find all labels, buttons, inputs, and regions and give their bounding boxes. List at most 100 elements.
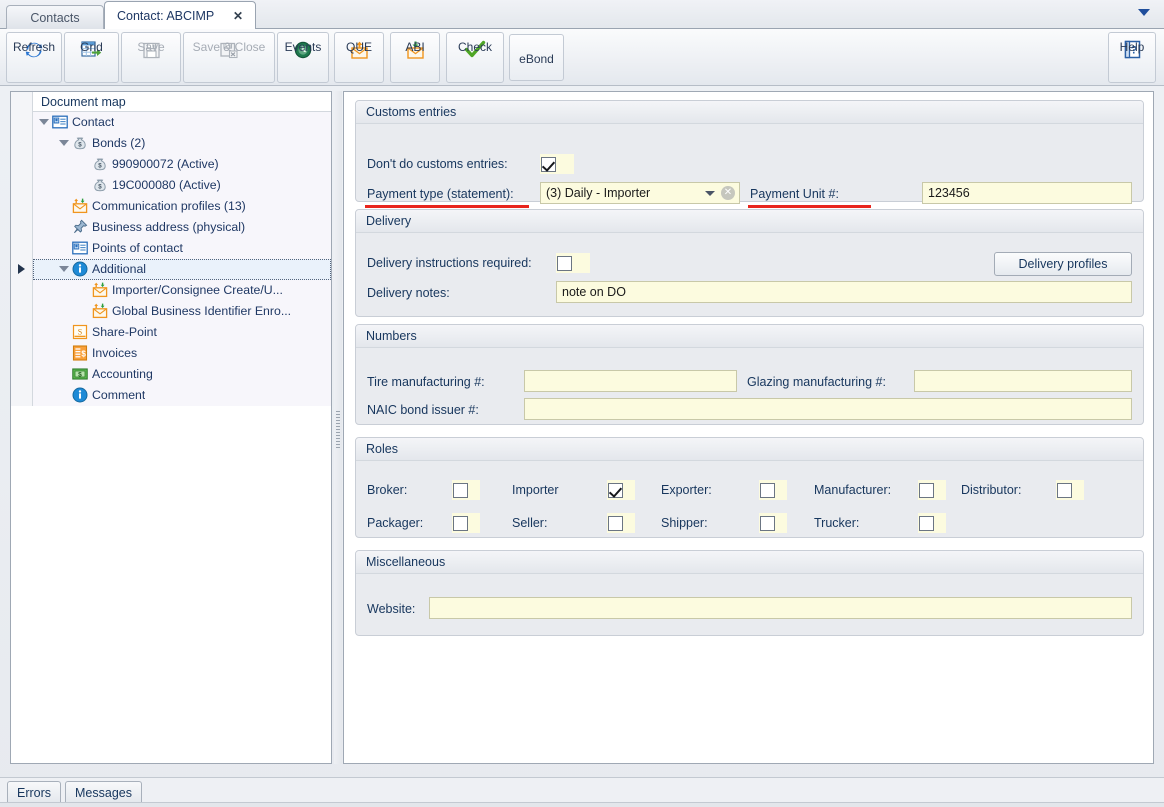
splitter-grip[interactable] [336, 411, 340, 449]
row-gutter [11, 363, 33, 385]
payment-unit-value: 123456 [928, 186, 970, 200]
envelope-updown-icon [91, 280, 109, 301]
tree-row-body[interactable]: Business address (physical) [33, 216, 331, 238]
role-manufacturer-checkbox[interactable] [918, 480, 946, 500]
svg-text:S: S [78, 328, 82, 337]
tab-errors-label: Errors [16, 785, 52, 800]
checkbox-box [919, 515, 934, 531]
tree-row[interactable]: $ Invoices [11, 342, 331, 364]
tree-row-body[interactable]: $19C000080 (Active) [33, 174, 331, 196]
role-broker-checkbox[interactable] [452, 480, 480, 500]
tree-row-label: Global Business Identifier Enro... [112, 304, 292, 318]
tree-row[interactable]: Communication profiles (13) [11, 195, 331, 217]
delivery-notes-input[interactable]: note on DO [556, 281, 1132, 303]
events-button[interactable]: Events [277, 32, 329, 83]
info-icon [71, 259, 89, 280]
tree-row[interactable]: $ Bonds (2) [11, 132, 331, 154]
role-importer-checkbox[interactable] [607, 480, 635, 500]
help-button[interactable]: ? Help [1108, 32, 1156, 83]
tree-row-body[interactable]: $ Invoices [33, 342, 331, 364]
accounting-money-icon: $ [71, 364, 89, 385]
tree-row-body[interactable]: $ Accounting [33, 363, 331, 385]
website-input[interactable] [429, 597, 1132, 619]
svg-text:$: $ [81, 349, 86, 358]
tab-errors[interactable]: Errors [7, 781, 61, 803]
role-exporter-checkbox[interactable] [759, 480, 787, 500]
events-button-label: Events [284, 40, 322, 54]
payment-type-combobox[interactable]: (3) Daily - Importer ✕ [540, 182, 740, 204]
clear-circle-icon[interactable]: ✕ [721, 186, 735, 200]
abi-button[interactable]: ABI [390, 32, 440, 83]
row-gutter [11, 237, 33, 259]
tab-messages[interactable]: Messages [65, 781, 142, 803]
payment-unit-input[interactable]: 123456 [922, 182, 1132, 204]
naic-bond-issuer-input[interactable] [524, 398, 1132, 420]
tree-row[interactable]: $ Accounting [11, 363, 331, 385]
role-shipper-checkbox[interactable] [759, 513, 787, 533]
expander-collapse-icon[interactable] [57, 133, 71, 154]
delivery-profiles-button[interactable]: Delivery profiles [994, 252, 1132, 276]
chevron-down-icon[interactable] [1138, 9, 1150, 16]
role-packager-checkbox[interactable] [452, 513, 480, 533]
tree-row-body[interactable]: $990900072 (Active) [33, 153, 331, 175]
tree-row[interactable]: Global Business Identifier Enro... [11, 300, 331, 322]
tree-row-body[interactable]: S Share-Point [33, 321, 331, 343]
chevron-down-icon[interactable] [705, 190, 715, 196]
role-trucker-checkbox[interactable] [918, 513, 946, 533]
refresh-button[interactable]: Refresh [6, 32, 62, 83]
dont-do-customs-entries-checkbox[interactable] [540, 154, 574, 174]
role-seller-checkbox[interactable] [607, 513, 635, 533]
tree-row-body[interactable]: Points of contact [33, 237, 331, 259]
tire-manufacturing-input[interactable] [524, 370, 737, 392]
tree-row[interactable]: $19C000080 (Active) [11, 174, 331, 196]
abi-button-label: ABI [405, 40, 425, 54]
role-distributor-checkbox[interactable] [1056, 480, 1084, 500]
close-icon[interactable]: ✕ [225, 9, 243, 23]
roles-title: Roles [356, 438, 1143, 461]
payment-type-annotation-underline [365, 205, 529, 208]
ebond-button[interactable]: eBond [509, 34, 564, 81]
tree-row[interactable]: Importer/Consignee Create/U... [11, 279, 331, 301]
tree-row[interactable]: Contact [11, 111, 331, 133]
tree-row-label: Contact [72, 115, 115, 129]
grid-button[interactable]: Grid [64, 32, 119, 83]
expander-collapse-icon[interactable] [57, 259, 71, 280]
delivery-instructions-checkbox[interactable] [556, 253, 590, 273]
check-button[interactable]: Check [446, 32, 504, 83]
tree-row[interactable]: S Share-Point [11, 321, 331, 343]
website-label: Website: [367, 602, 416, 616]
tree-row[interactable]: Business address (physical) [11, 216, 331, 238]
tree-row-body[interactable]: Importer/Consignee Create/U... [33, 279, 331, 301]
tree-row[interactable]: Additional [11, 258, 331, 280]
checkbox-box [608, 515, 623, 531]
tree-row-body[interactable]: Contact [33, 111, 331, 133]
tree-row-body[interactable]: Global Business Identifier Enro... [33, 300, 331, 322]
checkbox-box [453, 482, 468, 498]
tree-row-body[interactable]: Additional [33, 258, 331, 280]
expander-placeholder [77, 154, 91, 175]
glazing-manufacturing-input[interactable] [914, 370, 1132, 392]
tab-contact-abcimp[interactable]: Contact: ABCIMP ✕ [104, 1, 256, 29]
tree-row-label: Comment [92, 388, 146, 402]
tree-row[interactable]: Points of contact [11, 237, 331, 259]
money-bag-icon: $ [91, 154, 109, 175]
window-bottom-edge [0, 802, 1164, 807]
expander-collapse-icon[interactable] [37, 112, 51, 133]
tree-row-body[interactable]: $ Bonds (2) [33, 132, 331, 154]
pane-splitter[interactable] [334, 91, 342, 764]
role-importer-label: Importer [512, 483, 559, 497]
row-gutter [11, 279, 33, 301]
tree-row-body[interactable]: Communication profiles (13) [33, 195, 331, 217]
tree-row-body[interactable]: Comment [33, 384, 331, 406]
tree-row[interactable]: Comment [11, 384, 331, 406]
tab-contacts[interactable]: Contacts [6, 5, 104, 29]
document-map-title: Document map [41, 94, 126, 109]
tree-row[interactable]: $990900072 (Active) [11, 153, 331, 175]
additional-details-form: Customs entries Don't do customs entries… [343, 91, 1154, 764]
que-button[interactable]: QUE [334, 32, 384, 83]
